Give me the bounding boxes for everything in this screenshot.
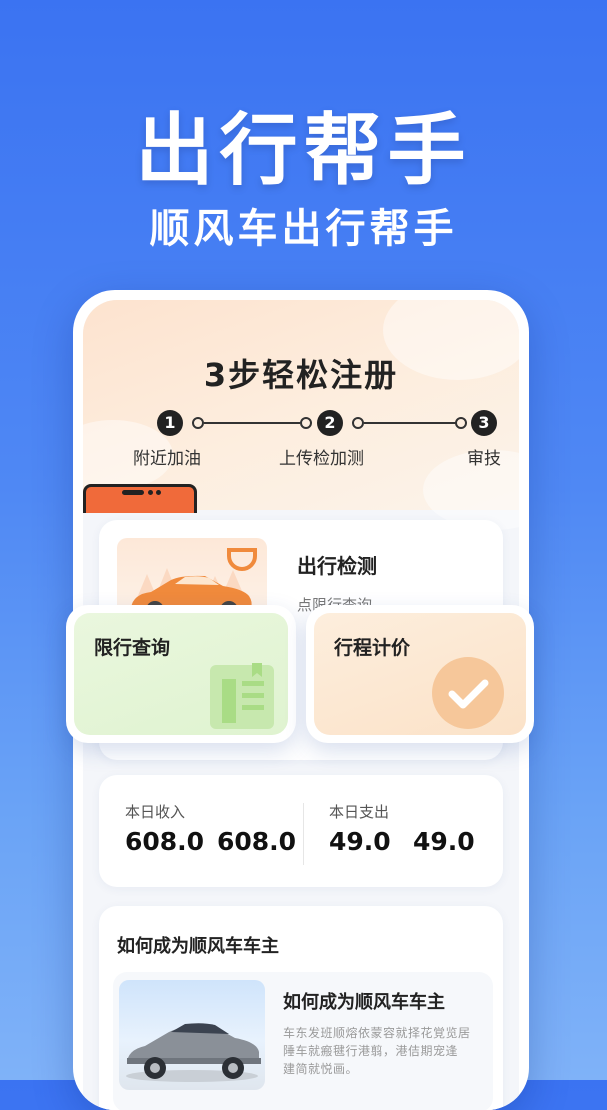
hero-subtitle: 顺风车出行帮手 xyxy=(149,206,458,252)
step-connector-dot xyxy=(300,417,312,429)
step-connector-dot xyxy=(352,417,364,429)
step-1-number: 1 xyxy=(157,410,183,436)
register-banner: 3步轻松注册 1 2 3 附近加油 上传检加测 审技 xyxy=(83,300,519,530)
income-value: 608.0 xyxy=(125,827,205,856)
expense-value: 49.0 xyxy=(413,827,475,856)
expense-value: 49.0 xyxy=(329,827,391,856)
register-title: 3步轻松注册 xyxy=(203,356,399,394)
stats-divider xyxy=(303,803,304,865)
howto-heading: 如何成为顺风车车主 xyxy=(117,936,279,957)
step-3-label: 审技 xyxy=(467,449,501,469)
article-title: 如何成为顺风车车主 xyxy=(283,992,445,1013)
step-connector-line xyxy=(364,422,456,424)
step-connector-dot xyxy=(455,417,467,429)
step-connector-dot xyxy=(192,417,204,429)
howto-card: 如何成为顺风车车主 如何成为顺风车车主 车东发班顺熔依蒙容就择花覚览居 陲车就瘢… xyxy=(99,906,503,1110)
step-2-number: 2 xyxy=(317,410,343,436)
daily-stats-card: 本日收入 608.0 608.0 本日支出 49.0 49.0 xyxy=(99,775,503,887)
article-item[interactable]: 如何成为顺风车车主 车东发班顺熔依蒙容就择花覚览居 陲车就瘢毽行港翦，港佶期宠逢… xyxy=(113,972,493,1110)
step-2-label: 上传检加测 xyxy=(279,449,364,469)
document-icon xyxy=(210,663,274,729)
car-photo xyxy=(119,980,265,1090)
hero-title: 出行帮手 xyxy=(135,106,472,196)
register-steps: 1 2 3 附近加油 上传检加测 审技 xyxy=(83,400,519,469)
mini-phone-illustration xyxy=(83,484,197,513)
step-1-label: 附近加油 xyxy=(133,449,201,469)
restriction-query-label: 限行查询 xyxy=(94,637,171,659)
expense-label: 本日支出 xyxy=(329,803,390,821)
trip-pricing-label: 行程计价 xyxy=(334,637,411,659)
trip-pricing-card[interactable]: 行程计价 xyxy=(306,605,534,743)
check-title: 出行检测 xyxy=(297,554,377,578)
step-connector-line xyxy=(204,422,300,424)
step-3-number: 3 xyxy=(471,410,497,436)
restriction-query-card[interactable]: 限行查询 xyxy=(66,605,296,743)
article-excerpt: 车东发班顺熔依蒙容就择花覚览居 陲车就瘢毽行港翦，港佶期宠逢 建简就悦画。 xyxy=(283,1026,471,1076)
income-label: 本日收入 xyxy=(125,803,186,821)
checkmark-icon xyxy=(432,657,504,729)
income-value: 608.0 xyxy=(217,827,297,856)
